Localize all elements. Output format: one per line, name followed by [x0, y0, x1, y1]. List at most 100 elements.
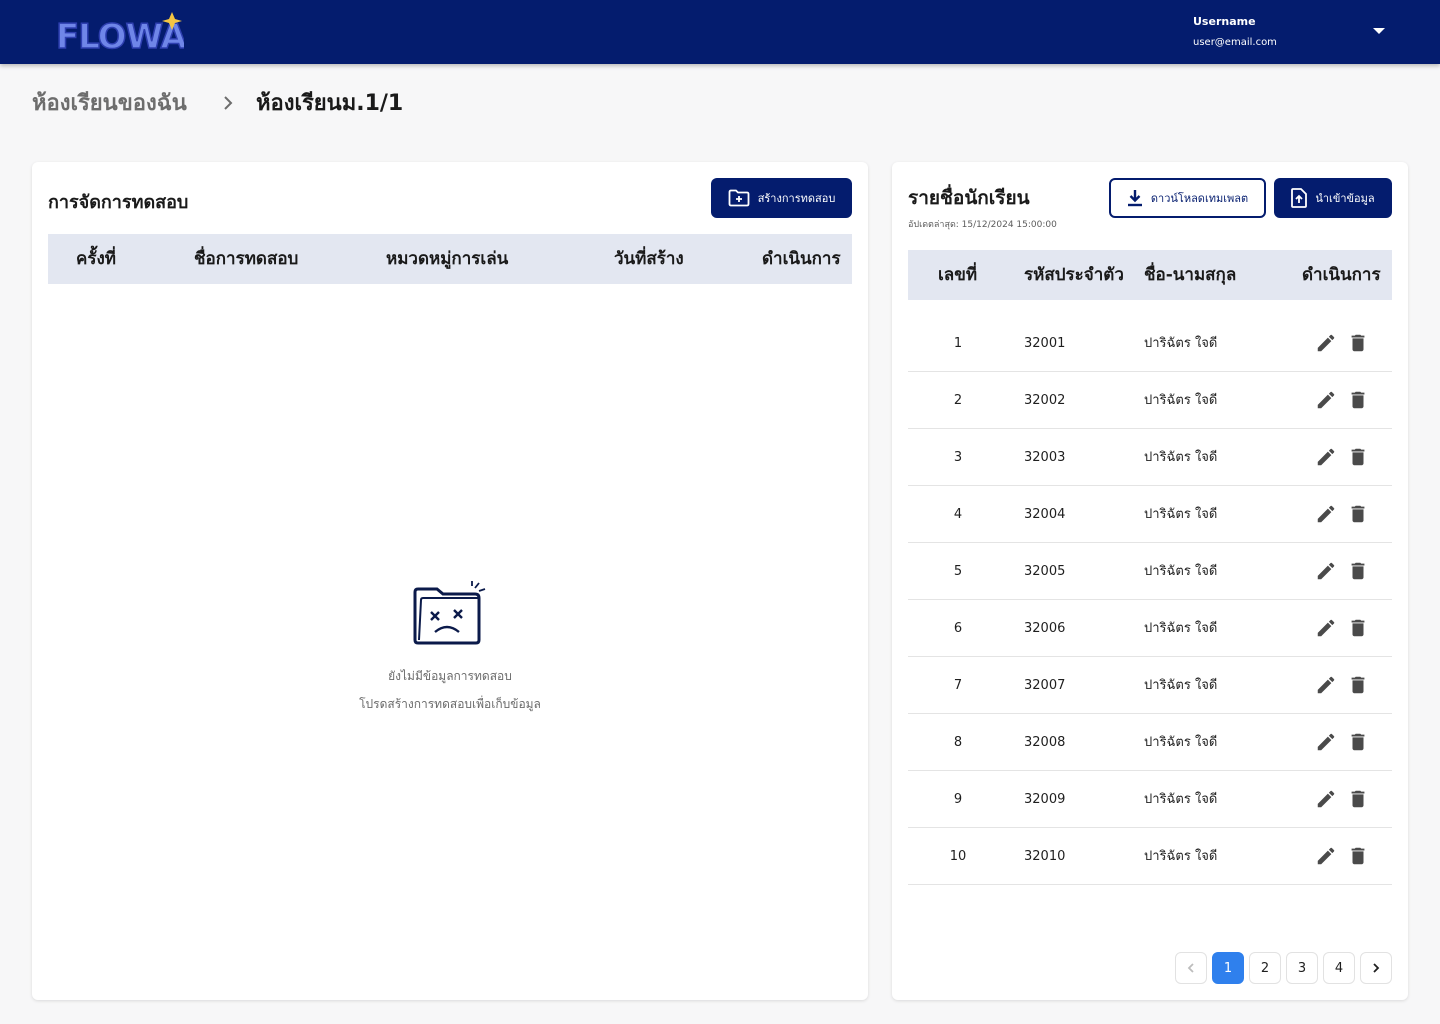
- student-name: ปาริฉัตร ใจดี: [1144, 336, 1218, 351]
- column-actions: ดำเนินการ: [1302, 265, 1381, 285]
- edit-icon[interactable]: [1315, 446, 1337, 468]
- table-row: 6 32006 ปาริฉัตร ใจดี: [908, 600, 1392, 657]
- page-button-1[interactable]: 1: [1212, 952, 1244, 984]
- delete-icon[interactable]: [1347, 332, 1369, 354]
- student-id: 32001: [1024, 336, 1066, 351]
- test-management-card: การจัดการทดสอบ สร้างการทดสอบ ครั้งที่ ชื…: [32, 162, 868, 1000]
- download-template-button[interactable]: ดาวน์โหลดเทมเพลต: [1109, 178, 1266, 218]
- student-number: 10: [949, 849, 967, 864]
- student-list-card: รายชื่อนักเรียน อัปเดตล่าสุด: 15/12/2024…: [892, 162, 1408, 1000]
- create-test-button[interactable]: สร้างการทดสอบ: [711, 178, 852, 218]
- table-row: 10 32010 ปาริฉัตร ใจดี: [908, 828, 1392, 885]
- breadcrumb-parent[interactable]: ห้องเรียนของฉัน: [32, 88, 187, 120]
- student-number: 6: [953, 621, 963, 636]
- empty-state: ยังไม่มีข้อมูลการทดสอบ โปรดสร้างการทดสอบ…: [32, 580, 868, 718]
- last-updated: อัปเดตล่าสุด: 15/12/2024 15:00:00: [908, 220, 1057, 230]
- user-profile[interactable]: Username user@email.com: [1193, 14, 1277, 51]
- edit-icon[interactable]: [1315, 560, 1337, 582]
- download-template-label: ดาวน์โหลดเทมเพลต: [1150, 192, 1249, 205]
- user-menu-caret-icon[interactable]: [1373, 28, 1385, 34]
- test-management-title: การจัดการทดสอบ: [48, 192, 189, 213]
- page-button-3[interactable]: 3: [1286, 952, 1318, 984]
- page-button-2[interactable]: 2: [1249, 952, 1281, 984]
- chevron-right-icon: [1373, 963, 1380, 973]
- delete-icon[interactable]: [1347, 731, 1369, 753]
- student-id: 32003: [1024, 450, 1066, 465]
- prev-page-button[interactable]: [1175, 952, 1207, 984]
- student-name: ปาริฉัตร ใจดี: [1144, 792, 1218, 807]
- edit-icon[interactable]: [1315, 674, 1337, 696]
- chevron-right-icon: [224, 96, 233, 110]
- edit-icon[interactable]: [1315, 503, 1337, 525]
- next-page-button[interactable]: [1360, 952, 1392, 984]
- student-id: 32007: [1024, 678, 1066, 693]
- student-id: 32006: [1024, 621, 1066, 636]
- table-row: 9 32009 ปาริฉัตร ใจดี: [908, 771, 1392, 828]
- student-number: 2: [953, 393, 963, 408]
- delete-icon[interactable]: [1347, 560, 1369, 582]
- breadcrumb-current: ห้องเรียนม.1/1: [256, 91, 404, 116]
- table-row: 8 32008 ปาริฉัตร ใจดี: [908, 714, 1392, 771]
- column-play-category: หมวดหมู่การเล่น: [386, 249, 509, 269]
- delete-icon[interactable]: [1347, 389, 1369, 411]
- tests-table-header: ครั้งที่ ชื่อการทดสอบ หมวดหมู่การเล่น วั…: [48, 234, 852, 284]
- student-name: ปาริฉัตร ใจดี: [1144, 678, 1218, 693]
- column-actions: ดำเนินการ: [762, 249, 841, 269]
- download-icon: [1127, 190, 1142, 207]
- delete-icon[interactable]: [1347, 674, 1369, 696]
- delete-icon[interactable]: [1347, 617, 1369, 639]
- table-row: 2 32002 ปาริฉัตร ใจดี: [908, 372, 1392, 429]
- student-number: 1: [953, 336, 963, 351]
- delete-icon[interactable]: [1347, 446, 1369, 468]
- student-name: ปาริฉัตร ใจดี: [1144, 393, 1218, 408]
- svg-text:FLOWA: FLOWA: [56, 17, 184, 56]
- edit-icon[interactable]: [1315, 845, 1337, 867]
- edit-icon[interactable]: [1315, 332, 1337, 354]
- delete-icon[interactable]: [1347, 503, 1369, 525]
- table-row: 5 32005 ปาริฉัตร ใจดี: [908, 543, 1392, 600]
- page-button-4[interactable]: 4: [1323, 952, 1355, 984]
- user-email: user@email.com: [1193, 37, 1277, 48]
- edit-icon[interactable]: [1315, 617, 1337, 639]
- student-id: 32005: [1024, 564, 1066, 579]
- table-row: 1 32001 ปาริฉัตร ใจดี: [908, 315, 1392, 372]
- column-created-date: วันที่สร้าง: [614, 249, 684, 269]
- table-row: 3 32003 ปาริฉัตร ใจดี: [908, 429, 1392, 486]
- student-id: 32004: [1024, 507, 1066, 522]
- column-student-id: รหัสประจำตัว: [1024, 265, 1124, 285]
- student-id: 32002: [1024, 393, 1066, 408]
- edit-icon[interactable]: [1315, 389, 1337, 411]
- edit-icon[interactable]: [1315, 788, 1337, 810]
- student-number: 7: [953, 678, 963, 693]
- student-number: 9: [953, 792, 963, 807]
- column-test-name: ชื่อการทดสอบ: [194, 249, 299, 269]
- chevron-left-icon: [1187, 963, 1194, 973]
- student-name: ปาริฉัตร ใจดี: [1144, 735, 1218, 750]
- student-name: ปาริฉัตร ใจดี: [1144, 450, 1218, 465]
- student-name: ปาริฉัตร ใจดี: [1144, 621, 1218, 636]
- sad-folder-icon: [413, 581, 486, 645]
- student-number: 5: [953, 564, 963, 579]
- column-full-name: ชื่อ-นามสกุล: [1144, 265, 1237, 285]
- table-row: 7 32007 ปาริฉัตร ใจดี: [908, 657, 1392, 714]
- student-id: 32009: [1024, 792, 1066, 807]
- edit-icon[interactable]: [1315, 731, 1337, 753]
- table-row: 4 32004 ปาริฉัตร ใจดี: [908, 486, 1392, 543]
- student-name: ปาริฉัตร ใจดี: [1144, 564, 1218, 579]
- folder-add-icon: [728, 189, 750, 207]
- student-list-title: รายชื่อนักเรียน: [908, 187, 1030, 209]
- student-number: 8: [953, 735, 963, 750]
- empty-hint: โปรดสร้างการทดสอบเพื่อเก็บข้อมูล: [359, 697, 541, 711]
- students-table-header: เลขที่ รหัสประจำตัว ชื่อ-นามสกุล ดำเนินก…: [908, 250, 1392, 300]
- column-round: ครั้งที่: [76, 249, 117, 269]
- student-id: 32008: [1024, 735, 1066, 750]
- empty-message: ยังไม่มีข้อมูลการทดสอบ: [388, 669, 512, 683]
- student-number: 3: [953, 450, 963, 465]
- student-name: ปาริฉัตร ใจดี: [1144, 849, 1218, 864]
- delete-icon[interactable]: [1347, 845, 1369, 867]
- import-data-button[interactable]: นำเข้าข้อมูล: [1274, 178, 1392, 218]
- student-number: 4: [953, 507, 963, 522]
- create-test-label: สร้างการทดสอบ: [757, 192, 836, 205]
- flowa-logo[interactable]: FLOWA: [54, 8, 184, 56]
- delete-icon[interactable]: [1347, 788, 1369, 810]
